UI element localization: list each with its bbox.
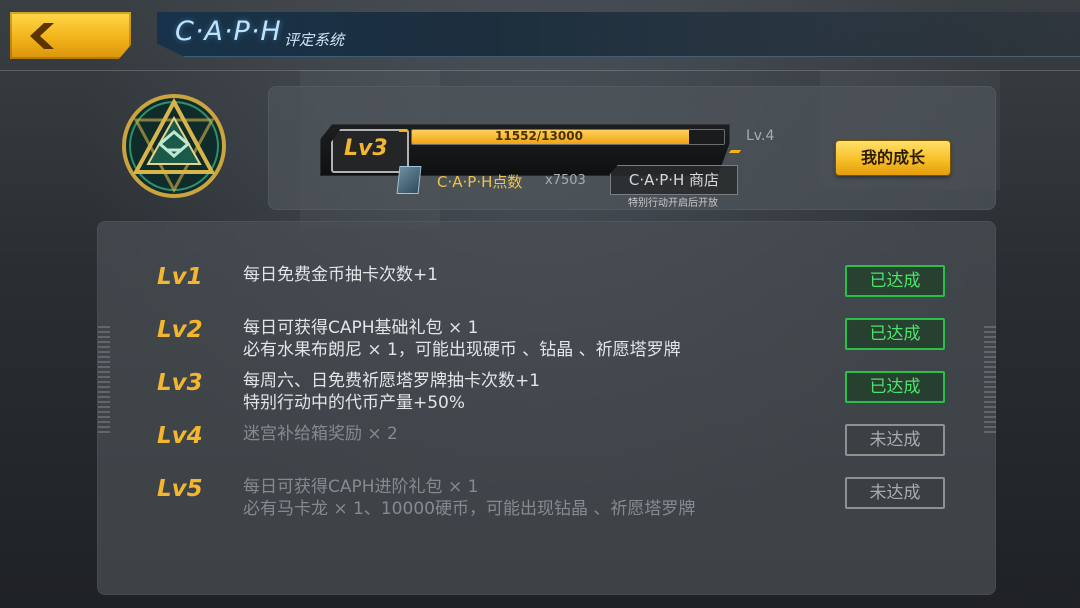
caph-points-icon — [396, 166, 422, 194]
reward-level: Lv3 — [157, 370, 203, 396]
reward-level: Lv4 — [157, 423, 203, 449]
reward-line: 必有马卡龙 × 1、10000硬币，可能出现钻晶 、祈愿塔罗牌 — [243, 499, 696, 519]
reward-status-badge[interactable]: 已达成 — [845, 318, 945, 350]
reward-row-lv1: Lv1 每日免费金币抽卡次数+1 已达成 — [0, 264, 1080, 314]
reward-description: 迷宫补给箱奖励 × 2 — [243, 423, 398, 445]
reward-description: 每日可获得CAPH进阶礼包 × 1 必有马卡龙 × 1、10000硬币，可能出现… — [243, 476, 695, 520]
reward-line: 迷宫补给箱奖励 × 2 — [243, 424, 398, 444]
reward-status-badge[interactable]: 已达成 — [845, 265, 945, 297]
reward-status-badge[interactable]: 已达成 — [845, 371, 945, 403]
reward-row-lv3: Lv3 每周六、日免费祈愿塔罗牌抽卡次数+1 特别行动中的代币产量+50% 已达… — [0, 370, 1080, 420]
reward-status-badge[interactable]: 未达成 — [845, 477, 945, 509]
shop-note: 特别行动开启后开放 — [628, 198, 718, 209]
reward-line: 特别行动中的代币产量+50% — [243, 393, 466, 413]
reward-row-lv4: Lv4 迷宫补给箱奖励 × 2 未达成 — [0, 423, 1080, 473]
reward-level: Lv2 — [157, 317, 203, 343]
reward-description: 每日可获得CAPH基础礼包 × 1 必有水果布朗尼 × 1，可能出现硬币 、钻晶… — [243, 317, 681, 361]
reward-status-badge[interactable]: 未达成 — [845, 424, 945, 456]
caph-emblem-icon — [122, 94, 226, 198]
reward-line: 每日免费金币抽卡次数+1 — [243, 265, 439, 285]
points-label: C·A·P·H点数 — [437, 173, 523, 191]
reward-line: 每日可获得CAPH进阶礼包 × 1 — [243, 477, 479, 497]
reward-level: Lv5 — [157, 476, 203, 502]
plate-accent — [399, 129, 407, 132]
next-level: Lv.4 — [746, 128, 775, 144]
reward-level: Lv1 — [157, 264, 203, 290]
reward-line: 必有水果布朗尼 × 1，可能出现硬币 、钻晶 、祈愿塔罗牌 — [243, 340, 681, 360]
xp-text: 11552/13000 — [495, 129, 583, 143]
divider — [0, 70, 1080, 71]
page-title: C·A·P·H — [175, 16, 282, 47]
top-bar: C·A·P·H 评定系统 — [0, 0, 1080, 72]
caph-shop-button[interactable]: C·A·P·H 商店 — [610, 165, 738, 195]
page-subtitle: 评定系统 — [284, 31, 345, 49]
back-arrow-icon — [30, 23, 54, 49]
back-button[interactable] — [10, 12, 131, 59]
reward-description: 每日免费金币抽卡次数+1 — [243, 264, 438, 286]
points-value: x7503 — [545, 173, 586, 188]
reward-row-lv5: Lv5 每日可获得CAPH进阶礼包 × 1 必有马卡龙 × 1、10000硬币，… — [0, 476, 1080, 526]
my-growth-button[interactable]: 我的成长 — [836, 141, 950, 175]
reward-line: 每周六、日免费祈愿塔罗牌抽卡次数+1 — [243, 371, 541, 391]
reward-row-lv2: Lv2 每日可获得CAPH基础礼包 × 1 必有水果布朗尼 × 1，可能出现硬币… — [0, 317, 1080, 367]
reward-description: 每周六、日免费祈愿塔罗牌抽卡次数+1 特别行动中的代币产量+50% — [243, 370, 540, 414]
reward-line: 每日可获得CAPH基础礼包 × 1 — [243, 318, 479, 338]
current-level: Lv3 — [344, 136, 388, 161]
